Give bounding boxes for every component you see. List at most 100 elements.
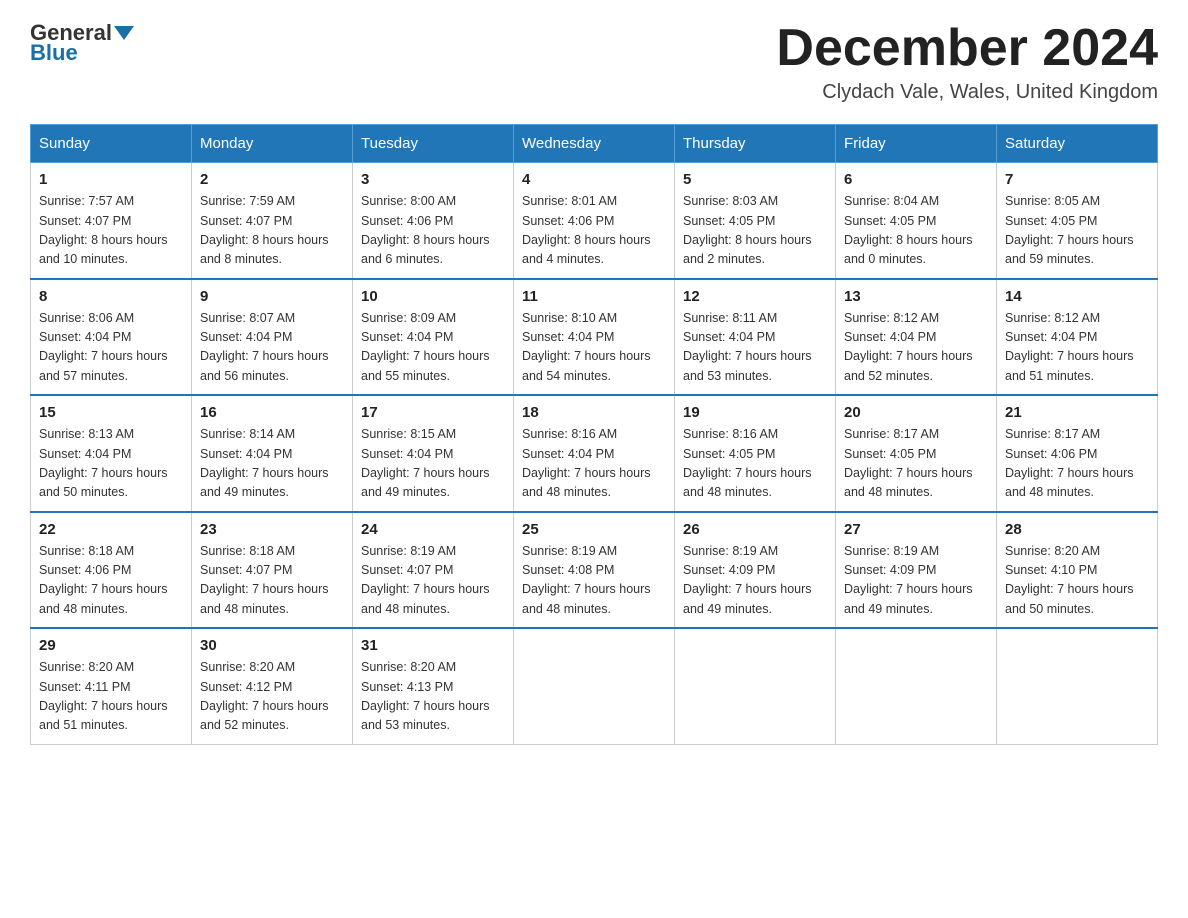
calendar-cell: 7 Sunrise: 8:05 AMSunset: 4:05 PMDaylight… [997, 163, 1158, 279]
day-number: 13 [844, 288, 988, 305]
calendar-cell: 19Sunrise: 8:16 AMSunset: 4:05 PMDayligh… [675, 395, 836, 512]
column-header-tuesday: Tuesday [353, 125, 514, 163]
calendar-table: SundayMondayTuesdayWednesdayThursdayFrid… [30, 124, 1158, 745]
day-info: Sunrise: 8:03 AMSunset: 4:05 PMDaylight:… [683, 192, 827, 270]
calendar-cell: 16Sunrise: 8:14 AMSunset: 4:04 PMDayligh… [192, 395, 353, 512]
calendar-cell: 14 Sunrise: 8:12 AMSunset: 4:04 PMDayligh… [997, 279, 1158, 396]
day-info: Sunrise: 8:04 AMSunset: 4:05 PMDaylight:… [844, 192, 988, 270]
day-number: 26 [683, 521, 827, 538]
calendar-cell: 1 Sunrise: 7:57 AMSunset: 4:07 PMDaylight… [31, 163, 192, 279]
day-number: 2 [200, 171, 344, 188]
day-info: Sunrise: 8:13 AMSunset: 4:04 PMDaylight:… [39, 425, 183, 503]
calendar-week-row: 8 Sunrise: 8:06 AMSunset: 4:04 PMDaylight… [31, 279, 1158, 396]
day-number: 22 [39, 521, 183, 538]
calendar-cell: 12Sunrise: 8:11 AMSunset: 4:04 PMDayligh… [675, 279, 836, 396]
column-header-saturday: Saturday [997, 125, 1158, 163]
calendar-cell [997, 628, 1158, 744]
day-info: Sunrise: 8:07 AMSunset: 4:04 PMDaylight:… [200, 309, 344, 387]
day-number: 8 [39, 288, 183, 305]
calendar-week-row: 29Sunrise: 8:20 AMSunset: 4:11 PMDayligh… [31, 628, 1158, 744]
calendar-cell: 4 Sunrise: 8:01 AMSunset: 4:06 PMDaylight… [514, 163, 675, 279]
column-header-thursday: Thursday [675, 125, 836, 163]
column-header-sunday: Sunday [31, 125, 192, 163]
calendar-cell: 20 Sunrise: 8:17 AMSunset: 4:05 PMDayligh… [836, 395, 997, 512]
calendar-cell: 5Sunrise: 8:03 AMSunset: 4:05 PMDaylight… [675, 163, 836, 279]
calendar-week-row: 1 Sunrise: 7:57 AMSunset: 4:07 PMDaylight… [31, 163, 1158, 279]
location-title: Clydach Vale, Wales, United Kingdom [776, 81, 1158, 104]
column-header-wednesday: Wednesday [514, 125, 675, 163]
day-number: 29 [39, 637, 183, 654]
day-number: 3 [361, 171, 505, 188]
calendar-week-row: 22 Sunrise: 8:18 AMSunset: 4:06 PMDayligh… [31, 512, 1158, 629]
day-info: Sunrise: 8:05 AMSunset: 4:05 PMDaylight:… [1005, 192, 1149, 270]
day-number: 18 [522, 404, 666, 421]
day-number: 24 [361, 521, 505, 538]
calendar-cell [836, 628, 997, 744]
day-info: Sunrise: 8:19 AMSunset: 4:07 PMDaylight:… [361, 542, 505, 620]
calendar-cell: 24 Sunrise: 8:19 AMSunset: 4:07 PMDayligh… [353, 512, 514, 629]
day-number: 27 [844, 521, 988, 538]
day-number: 20 [844, 404, 988, 421]
day-info: Sunrise: 8:20 AMSunset: 4:13 PMDaylight:… [361, 658, 505, 736]
day-info: Sunrise: 7:59 AMSunset: 4:07 PMDaylight:… [200, 192, 344, 270]
day-info: Sunrise: 7:57 AMSunset: 4:07 PMDaylight:… [39, 192, 183, 270]
calendar-header-row: SundayMondayTuesdayWednesdayThursdayFrid… [31, 125, 1158, 163]
calendar-cell: 2 Sunrise: 7:59 AMSunset: 4:07 PMDaylight… [192, 163, 353, 279]
calendar-cell: 30 Sunrise: 8:20 AMSunset: 4:12 PMDayligh… [192, 628, 353, 744]
calendar-cell: 8 Sunrise: 8:06 AMSunset: 4:04 PMDaylight… [31, 279, 192, 396]
day-info: Sunrise: 8:18 AMSunset: 4:07 PMDaylight:… [200, 542, 344, 620]
day-info: Sunrise: 8:16 AMSunset: 4:05 PMDaylight:… [683, 425, 827, 503]
day-number: 11 [522, 288, 666, 305]
calendar-week-row: 15Sunrise: 8:13 AMSunset: 4:04 PMDayligh… [31, 395, 1158, 512]
day-info: Sunrise: 8:12 AMSunset: 4:04 PMDaylight:… [844, 309, 988, 387]
column-header-friday: Friday [836, 125, 997, 163]
day-number: 7 [1005, 171, 1149, 188]
logo-blue-text: Blue [30, 40, 78, 66]
day-number: 21 [1005, 404, 1149, 421]
day-info: Sunrise: 8:17 AMSunset: 4:05 PMDaylight:… [844, 425, 988, 503]
day-info: Sunrise: 8:00 AMSunset: 4:06 PMDaylight:… [361, 192, 505, 270]
day-number: 1 [39, 171, 183, 188]
day-info: Sunrise: 8:15 AMSunset: 4:04 PMDaylight:… [361, 425, 505, 503]
calendar-cell: 23 Sunrise: 8:18 AMSunset: 4:07 PMDayligh… [192, 512, 353, 629]
calendar-cell: 25 Sunrise: 8:19 AMSunset: 4:08 PMDayligh… [514, 512, 675, 629]
calendar-cell: 3 Sunrise: 8:00 AMSunset: 4:06 PMDaylight… [353, 163, 514, 279]
day-number: 9 [200, 288, 344, 305]
title-section: December 2024 Clydach Vale, Wales, Unite… [776, 20, 1158, 104]
day-number: 28 [1005, 521, 1149, 538]
day-number: 10 [361, 288, 505, 305]
logo: General Blue [30, 20, 136, 66]
day-info: Sunrise: 8:20 AMSunset: 4:10 PMDaylight:… [1005, 542, 1149, 620]
calendar-cell: 31 Sunrise: 8:20 AMSunset: 4:13 PMDayligh… [353, 628, 514, 744]
day-info: Sunrise: 8:17 AMSunset: 4:06 PMDaylight:… [1005, 425, 1149, 503]
calendar-cell: 26 Sunrise: 8:19 AMSunset: 4:09 PMDayligh… [675, 512, 836, 629]
calendar-cell: 21 Sunrise: 8:17 AMSunset: 4:06 PMDayligh… [997, 395, 1158, 512]
day-info: Sunrise: 8:12 AMSunset: 4:04 PMDaylight:… [1005, 309, 1149, 387]
day-number: 30 [200, 637, 344, 654]
calendar-cell: 13 Sunrise: 8:12 AMSunset: 4:04 PMDayligh… [836, 279, 997, 396]
calendar-cell [514, 628, 675, 744]
day-info: Sunrise: 8:19 AMSunset: 4:09 PMDaylight:… [683, 542, 827, 620]
day-info: Sunrise: 8:20 AMSunset: 4:12 PMDaylight:… [200, 658, 344, 736]
day-number: 25 [522, 521, 666, 538]
day-info: Sunrise: 8:16 AMSunset: 4:04 PMDaylight:… [522, 425, 666, 503]
day-info: Sunrise: 8:18 AMSunset: 4:06 PMDaylight:… [39, 542, 183, 620]
calendar-cell: 10Sunrise: 8:09 AMSunset: 4:04 PMDayligh… [353, 279, 514, 396]
day-number: 23 [200, 521, 344, 538]
day-number: 17 [361, 404, 505, 421]
calendar-cell: 9 Sunrise: 8:07 AMSunset: 4:04 PMDaylight… [192, 279, 353, 396]
calendar-cell [675, 628, 836, 744]
day-number: 4 [522, 171, 666, 188]
day-number: 6 [844, 171, 988, 188]
day-info: Sunrise: 8:10 AMSunset: 4:04 PMDaylight:… [522, 309, 666, 387]
day-info: Sunrise: 8:14 AMSunset: 4:04 PMDaylight:… [200, 425, 344, 503]
day-number: 31 [361, 637, 505, 654]
day-info: Sunrise: 8:06 AMSunset: 4:04 PMDaylight:… [39, 309, 183, 387]
day-info: Sunrise: 8:01 AMSunset: 4:06 PMDaylight:… [522, 192, 666, 270]
day-number: 12 [683, 288, 827, 305]
calendar-cell: 22 Sunrise: 8:18 AMSunset: 4:06 PMDayligh… [31, 512, 192, 629]
page-header: General Blue December 2024 Clydach Vale,… [30, 20, 1158, 104]
day-number: 14 [1005, 288, 1149, 305]
day-info: Sunrise: 8:19 AMSunset: 4:08 PMDaylight:… [522, 542, 666, 620]
logo-arrow-icon [114, 26, 134, 40]
